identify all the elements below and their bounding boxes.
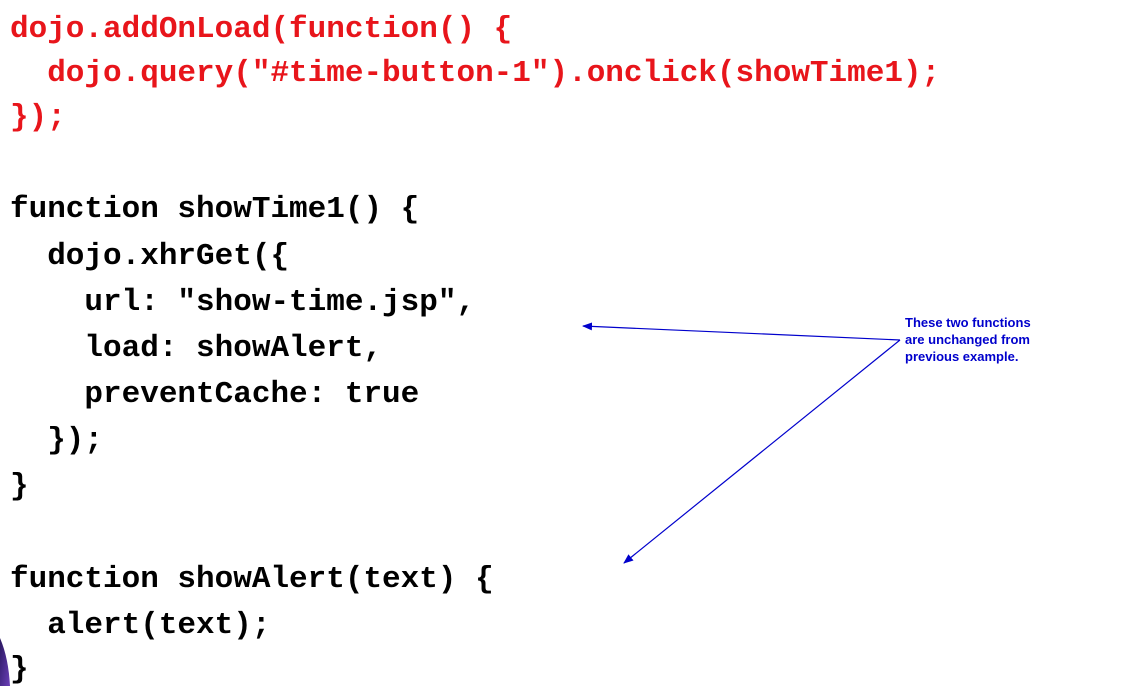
arrow-to-showtime1 [582,322,901,341]
slide: dojo.addOnLoad(function() { dojo.query("… [0,0,1123,686]
annotation-arrows [582,322,901,564]
arrow-to-showalert [623,339,901,564]
